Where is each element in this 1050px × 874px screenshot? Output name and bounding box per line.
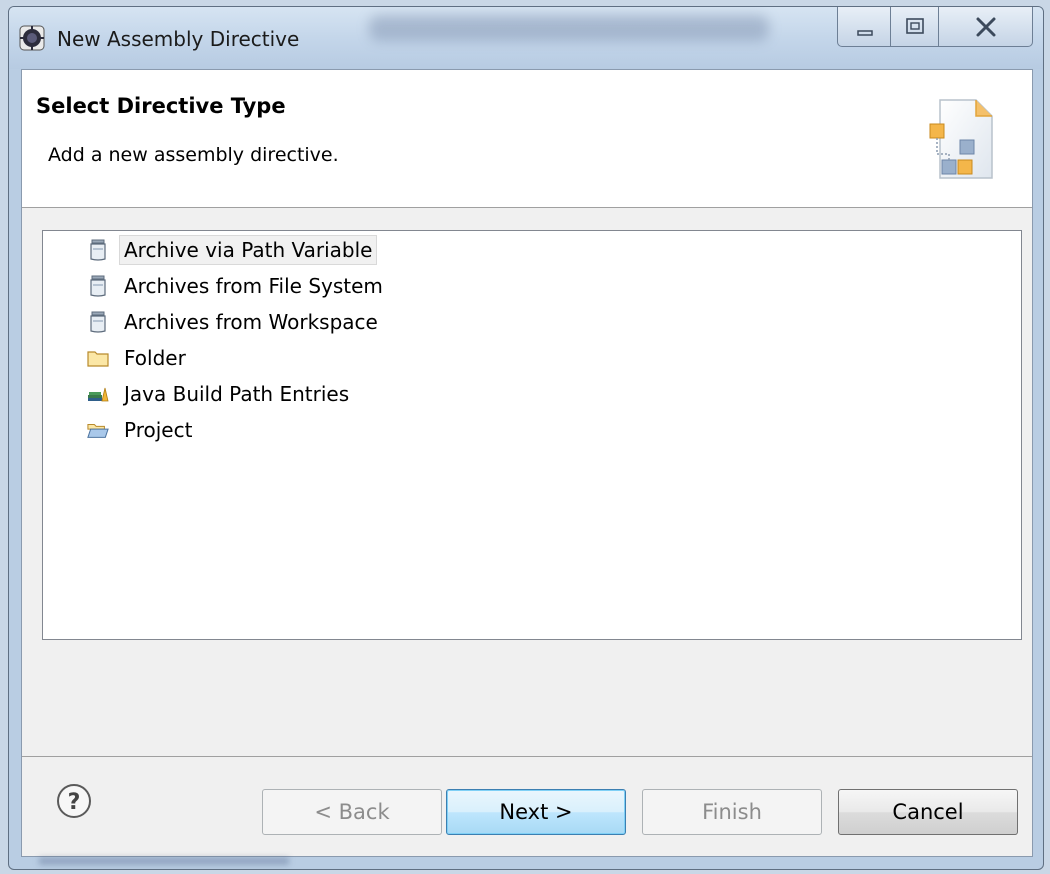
cancel-button[interactable]: Cancel	[838, 789, 1018, 835]
back-button[interactable]: < Back	[262, 789, 442, 835]
close-icon	[976, 17, 996, 37]
jar-icon	[87, 311, 109, 333]
maximize-icon	[906, 18, 924, 34]
minimize-button[interactable]	[837, 7, 891, 47]
list-item-label: Archives from File System	[124, 274, 383, 298]
dialog-window: New Assembly Directive Select Directive …	[8, 6, 1044, 870]
background-window-title-blur	[369, 15, 769, 41]
title-bar[interactable]: New Assembly Directive	[9, 7, 1043, 69]
page-description: Add a new assembly directive.	[48, 144, 339, 166]
list-item-project[interactable]: Project	[87, 413, 197, 447]
list-item-archive-via-path-variable[interactable]: Archive via Path Variable	[87, 233, 378, 267]
minimize-icon	[857, 30, 873, 36]
window-title: New Assembly Directive	[57, 27, 300, 51]
finish-button[interactable]: Finish	[642, 789, 822, 835]
page-title: Select Directive Type	[36, 94, 286, 118]
close-button[interactable]	[939, 7, 1033, 47]
bottom-border	[9, 855, 1043, 869]
next-button[interactable]: Next >	[446, 789, 626, 835]
dialog-client-area: Select Directive Type Add a new assembly…	[21, 69, 1033, 857]
list-item-label: Archives from Workspace	[124, 310, 378, 334]
jar-icon	[87, 275, 109, 297]
help-icon[interactable]: ?	[56, 783, 92, 819]
maximize-button[interactable]	[891, 7, 939, 47]
list-item-archives-from-workspace[interactable]: Archives from Workspace	[87, 305, 383, 339]
button-bar: ? < Back Next > Finish Cancel	[22, 756, 1032, 858]
list-item-archives-from-file-system[interactable]: Archives from File System	[87, 269, 388, 303]
assembly-directive-wizard-icon	[929, 99, 993, 179]
directive-type-list[interactable]: Archive via Path Variable Archives from …	[42, 230, 1022, 640]
list-item-label: Project	[124, 418, 193, 442]
svg-text:?: ?	[68, 790, 81, 815]
eclipse-app-icon	[19, 25, 45, 51]
jar-icon	[87, 239, 109, 261]
list-item-label: Java Build Path Entries	[124, 382, 350, 406]
background-window-blur	[39, 857, 289, 865]
list-item-label: Archive via Path Variable	[119, 235, 378, 265]
wizard-header: Select Directive Type Add a new assembly…	[22, 70, 1032, 208]
folder-icon	[87, 347, 109, 369]
list-item-folder[interactable]: Folder	[87, 341, 191, 375]
window-controls	[837, 7, 1033, 47]
open-folder-icon	[87, 419, 109, 441]
list-item-label: Folder	[124, 346, 186, 370]
list-item-java-build-path-entries[interactable]: Java Build Path Entries	[87, 377, 354, 411]
library-icon	[87, 383, 109, 405]
